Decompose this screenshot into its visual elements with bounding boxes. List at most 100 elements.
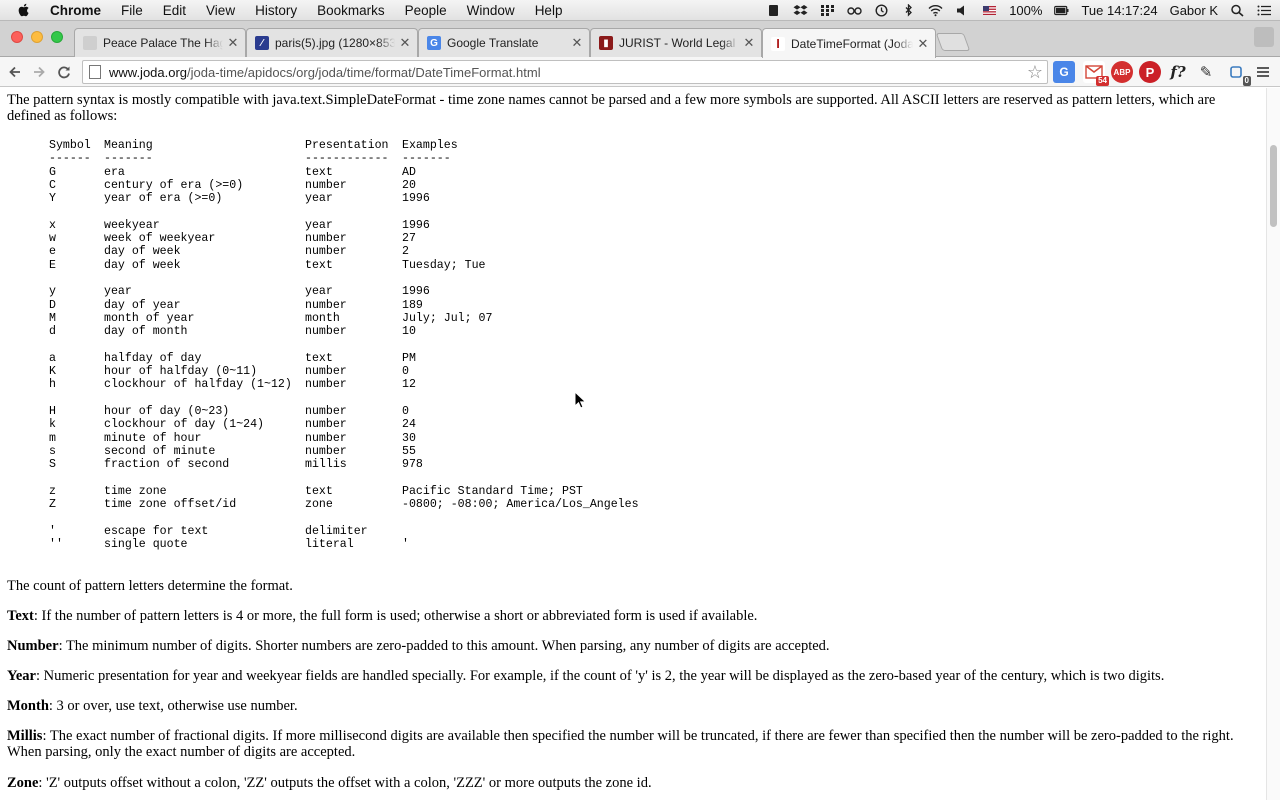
gmail-extension-icon[interactable]: 54 — [1083, 61, 1109, 86]
table-rule-row: ------ ------- ------------ ------- — [49, 152, 451, 166]
bookmark-star-icon[interactable]: ☆ — [1027, 62, 1043, 83]
cell-symbol: x — [49, 218, 56, 232]
cell-meaning: day of month — [104, 325, 188, 339]
cell-symbol: Y — [49, 192, 56, 206]
cell-presentation: number — [305, 431, 347, 445]
cell-presentation: number — [305, 178, 347, 192]
menu-bookmarks[interactable]: Bookmarks — [307, 0, 395, 21]
pinterest-icon[interactable]: P — [1139, 61, 1161, 83]
menu-window[interactable]: Window — [457, 0, 525, 21]
zoom-window-button[interactable] — [51, 31, 63, 43]
cell-examples: 1996 — [402, 285, 430, 299]
back-arrow-icon[interactable] — [3, 60, 27, 84]
clock[interactable]: Tue 14:17:24 — [1081, 3, 1157, 18]
dropbox-icon[interactable] — [793, 4, 808, 17]
macos-menu-bar: Chrome File Edit View History Bookmarks … — [0, 0, 1280, 21]
year-definition: Year: Numeric presentation for year and … — [7, 668, 1165, 684]
cell-symbol: e — [49, 245, 56, 259]
extension-icon[interactable]: 0 — [1225, 61, 1251, 86]
address-bar[interactable]: www.joda.org/joda-time/apidocs/org/joda/… — [82, 60, 1048, 84]
wrench-extension-icon[interactable]: ✎ — [1195, 61, 1217, 83]
tab-peace-palace[interactable]: Peace Palace The Hague - N ✕ — [74, 28, 246, 57]
forward-arrow-icon[interactable] — [27, 60, 51, 84]
pattern-letters-table: Symbol Meaning Presentation Examples ---… — [49, 139, 639, 551]
table-row: x weekyear year 1996 — [49, 219, 639, 232]
notification-icon[interactable] — [766, 4, 781, 17]
cell-presentation: number — [305, 418, 347, 432]
cell-symbol: C — [49, 178, 56, 192]
formula-extension-icon[interactable]: f? — [1167, 61, 1189, 83]
cell-meaning: single quote — [104, 537, 188, 551]
cell-meaning: day of week — [104, 245, 181, 259]
vertical-scrollbar[interactable] — [1266, 88, 1280, 800]
cell-symbol: a — [49, 351, 56, 365]
cell-examples: 0 — [402, 365, 409, 379]
page-icon — [89, 65, 101, 79]
cell-meaning: era — [104, 165, 125, 179]
millis-definition: Millis: The exact number of fractional d… — [7, 728, 1234, 760]
cell-examples: 0 — [402, 404, 409, 418]
volume-icon[interactable] — [955, 4, 970, 17]
scrollbar-thumb[interactable] — [1270, 145, 1277, 227]
tab-close-icon[interactable]: ✕ — [571, 35, 583, 51]
table-row: Khour of halfday (0~11) number 0 — [49, 365, 639, 378]
bluetooth-icon[interactable] — [901, 4, 916, 17]
close-window-button[interactable] — [11, 31, 23, 43]
browser-toolbar: www.joda.org/joda-time/apidocs/org/joda/… — [0, 57, 1280, 87]
spotlight-search-icon[interactable] — [1230, 4, 1245, 17]
tab-close-icon[interactable]: ✕ — [399, 35, 411, 51]
menu-file[interactable]: File — [111, 0, 153, 21]
cell-presentation: year — [305, 285, 333, 299]
apple-menu-icon[interactable] — [16, 2, 32, 18]
menu-app-chrome[interactable]: Chrome — [44, 0, 111, 21]
battery-icon[interactable] — [1054, 4, 1069, 17]
cell-examples: 1996 — [402, 192, 430, 206]
cell-presentation: number — [305, 378, 347, 392]
us-flag-icon[interactable] — [982, 4, 997, 17]
cell-symbol: D — [49, 298, 56, 312]
tab-close-icon[interactable]: ✕ — [743, 35, 755, 51]
menu-people[interactable]: People — [395, 0, 457, 21]
cell-meaning: time zone — [104, 484, 167, 498]
cell-symbol: E — [49, 258, 56, 272]
reload-icon[interactable] — [52, 60, 76, 84]
google-translate-favicon-icon: G — [427, 36, 441, 50]
cell-symbol: w — [49, 232, 56, 246]
cell-meaning: halfday of day — [104, 351, 202, 365]
profile-icon[interactable] — [1254, 27, 1274, 47]
chrome-menu-icon[interactable] — [1252, 61, 1274, 83]
cell-meaning: fraction of second — [104, 458, 230, 472]
tab-paris-jpg[interactable]: ⁄ paris(5).jpg (1280×853) ✕ — [246, 28, 418, 57]
tab-google-translate[interactable]: G Google Translate ✕ — [418, 28, 590, 57]
cell-meaning: year — [104, 285, 132, 299]
joda-favicon-icon: I — [771, 36, 785, 51]
time-machine-icon[interactable] — [874, 4, 889, 17]
tab-datetimeformat[interactable]: I DateTimeFormat (Joda-Time ✕ — [762, 28, 936, 58]
zone-definition: Zone: 'Z' outputs offset without a colon… — [7, 775, 652, 791]
google-translate-extension-icon[interactable]: G — [1053, 61, 1075, 83]
user-name[interactable]: Gabor K — [1170, 3, 1218, 18]
cell-presentation: number — [305, 325, 347, 339]
glasses-icon[interactable] — [847, 4, 862, 17]
menu-view[interactable]: View — [196, 0, 245, 21]
notification-center-icon[interactable] — [1257, 4, 1272, 17]
cell-examples: 27 — [402, 232, 416, 246]
tab-close-icon[interactable]: ✕ — [227, 35, 239, 51]
minimize-window-button[interactable] — [31, 31, 43, 43]
cell-examples: 20 — [402, 178, 416, 192]
wifi-icon[interactable] — [928, 4, 943, 17]
menu-edit[interactable]: Edit — [153, 0, 196, 21]
tab-jurist[interactable]: ▮ JURIST - World Legal News ✕ — [590, 28, 762, 57]
table-row: Hhour of day (0~23) number 0 — [49, 405, 639, 418]
tab-close-icon[interactable]: ✕ — [917, 36, 929, 52]
cell-meaning: day of week — [104, 258, 181, 272]
adblock-plus-icon[interactable]: ABP — [1111, 61, 1133, 83]
grid-icon[interactable] — [820, 4, 835, 17]
cell-symbol: S — [49, 458, 56, 472]
url-path: /joda-time/apidocs/org/joda/time/format/… — [187, 64, 541, 80]
new-tab-button[interactable] — [935, 33, 971, 51]
menu-history[interactable]: History — [245, 0, 307, 21]
menu-help[interactable]: Help — [525, 0, 573, 21]
table-row: Yyear of era (>=0) year 1996 — [49, 192, 639, 205]
table-row: Sfraction of second millis 978 — [49, 458, 639, 471]
